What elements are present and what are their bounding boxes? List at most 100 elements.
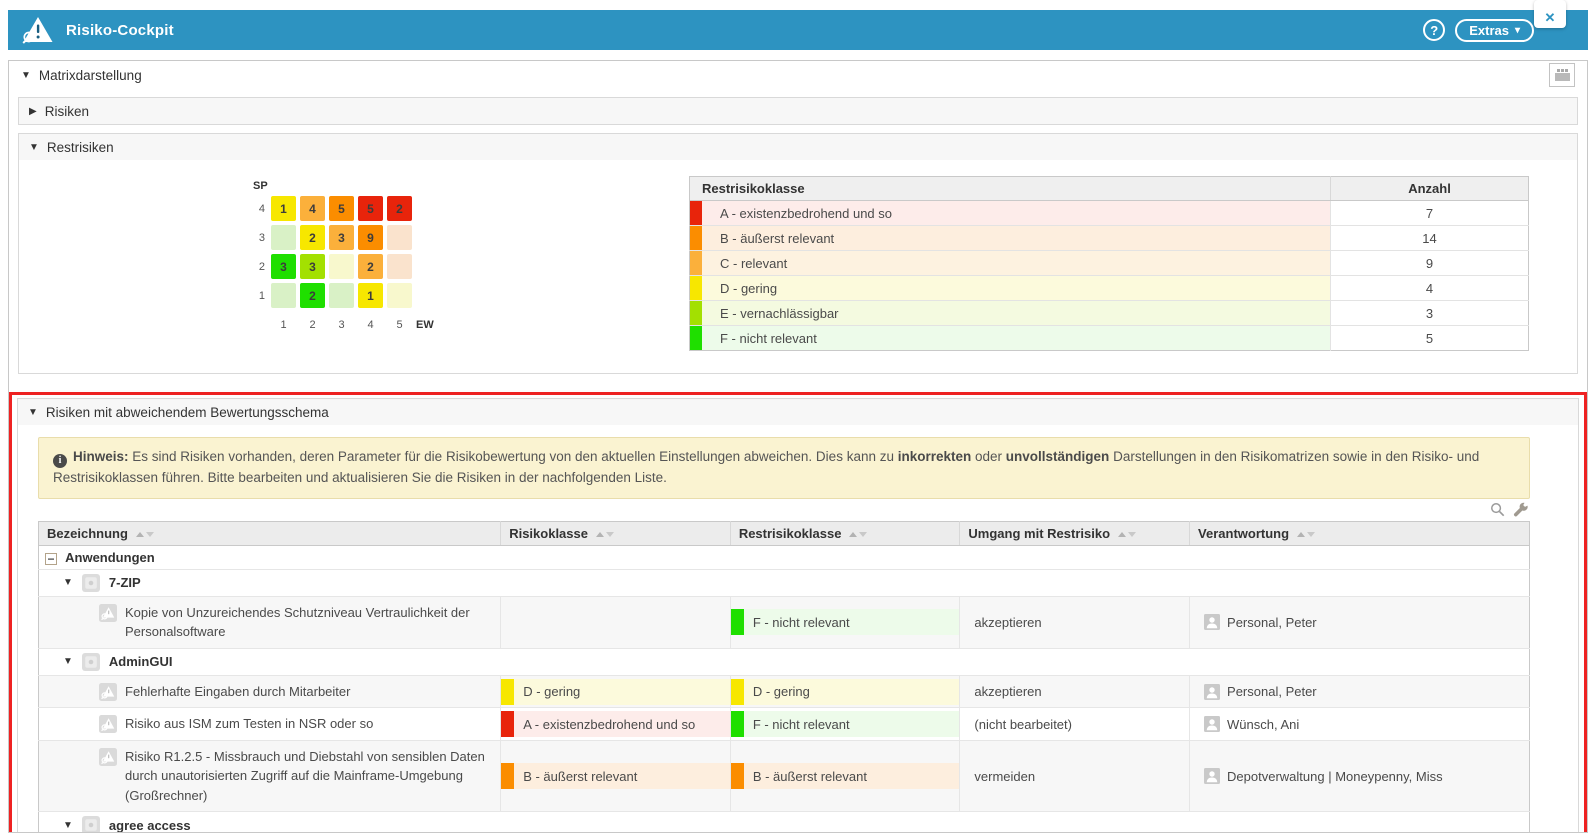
collapse-minus-icon[interactable]: − bbox=[45, 553, 57, 565]
matrix-cell[interactable]: 5 bbox=[329, 196, 354, 221]
summary-count-cell: 4 bbox=[1331, 276, 1529, 301]
wrench-icon[interactable] bbox=[1513, 502, 1528, 517]
verantwortung-cell: Wünsch, Ani bbox=[1190, 708, 1530, 741]
window-view-button[interactable] bbox=[1549, 63, 1575, 87]
sort-arrows-icon[interactable] bbox=[596, 532, 614, 537]
group-row[interactable]: ▼7-ZIP bbox=[39, 569, 1530, 596]
panel-abweichend-header[interactable]: ▼ Risiken mit abweichendem Bewertungssch… bbox=[18, 399, 1578, 425]
expand-triangle-icon: ▶ bbox=[29, 106, 37, 117]
section-matrixdarstellung-header[interactable]: ▼ Matrixdarstellung bbox=[18, 61, 1578, 89]
collapse-triangle-icon: ▼ bbox=[21, 70, 31, 81]
matrix-cell[interactable]: 4 bbox=[300, 196, 325, 221]
app-header: Risiko-Cockpit ? Extras ▾ bbox=[8, 10, 1588, 50]
column-header-restrisikoklasse[interactable]: Restrisikoklasse bbox=[730, 521, 960, 545]
column-header-risikoklasse[interactable]: Risikoklasse bbox=[501, 521, 731, 545]
class-color-bar bbox=[731, 763, 744, 789]
matrix-cell[interactable]: 5 bbox=[358, 196, 383, 221]
matrix-cell[interactable] bbox=[271, 225, 296, 250]
extras-button[interactable]: Extras ▾ bbox=[1455, 19, 1534, 42]
matrix-cell[interactable]: 2 bbox=[387, 196, 412, 221]
matrix-cell[interactable] bbox=[387, 225, 412, 250]
summary-row[interactable]: F - nicht relevant5 bbox=[690, 326, 1529, 351]
search-icon[interactable] bbox=[1490, 502, 1505, 517]
group-root-row[interactable]: − Anwendungen bbox=[39, 545, 1530, 569]
sort-arrows-icon[interactable] bbox=[136, 532, 154, 537]
responsible-name: Personal, Peter bbox=[1227, 684, 1317, 699]
risk-row[interactable]: Kopie von Unzureichendes Schutzniveau Ve… bbox=[39, 596, 1530, 648]
collapse-triangle-icon[interactable]: ▼ bbox=[63, 820, 73, 831]
matrix-row-label: 4 bbox=[259, 203, 267, 215]
matrix-cell[interactable]: 9 bbox=[358, 225, 383, 250]
group-name: agree access bbox=[109, 818, 191, 833]
matrix-cell[interactable] bbox=[387, 254, 412, 279]
class-color-bar bbox=[501, 763, 514, 789]
sort-arrows-icon[interactable] bbox=[1118, 532, 1136, 537]
restrisiko-summary: Restrisikoklasse Anzahl A - existenzbedr… bbox=[689, 176, 1529, 351]
verantwortung-cell: Depotverwaltung | Moneypenny, Miss bbox=[1190, 740, 1530, 812]
risk-row[interactable]: Fehlerhafte Eingaben durch Mitarbeiter D … bbox=[39, 675, 1530, 708]
matrix-cell[interactable] bbox=[387, 283, 412, 308]
risikoklasse-cell: D - gering bbox=[501, 675, 731, 708]
panel-risiken-header[interactable]: ▶ Risiken bbox=[19, 98, 1577, 124]
risk-name-cell: Fehlerhafte Eingaben durch Mitarbeiter bbox=[39, 675, 501, 708]
class-color-bar bbox=[501, 679, 514, 705]
close-icon: ✕ bbox=[1545, 8, 1556, 28]
risk-item-icon bbox=[99, 714, 117, 733]
class-chip: D - gering bbox=[731, 679, 960, 705]
window-icon bbox=[1557, 69, 1568, 72]
matrix-cell[interactable] bbox=[329, 283, 354, 308]
matrix-cell[interactable]: 3 bbox=[329, 225, 354, 250]
class-color-bar bbox=[690, 251, 702, 275]
risk-name-cell: Risiko R1.2.5 - Missbrauch und Diebstahl… bbox=[39, 740, 501, 812]
close-button[interactable]: ✕ bbox=[1534, 0, 1566, 28]
class-label: C - relevant bbox=[702, 251, 1330, 275]
risk-item-icon bbox=[99, 682, 117, 701]
class-color-bar bbox=[690, 201, 702, 225]
collapse-triangle-icon: ▼ bbox=[28, 407, 38, 418]
person-icon bbox=[1204, 768, 1220, 784]
group-row[interactable]: ▼AdminGUI bbox=[39, 648, 1530, 675]
restrisiko-summary-table: Restrisikoklasse Anzahl A - existenzbedr… bbox=[689, 176, 1529, 351]
help-button[interactable]: ? bbox=[1423, 19, 1445, 41]
sort-arrows-icon[interactable] bbox=[849, 532, 867, 537]
risk-row[interactable]: Risiko R1.2.5 - Missbrauch und Diebstahl… bbox=[39, 740, 1530, 812]
summary-class-cell: E - vernachlässigbar bbox=[690, 301, 1331, 326]
class-label: E - vernachlässigbar bbox=[702, 301, 1330, 325]
group-row[interactable]: ▼ agree access bbox=[39, 812, 1530, 833]
summary-class-cell: B - äußerst relevant bbox=[690, 226, 1331, 251]
matrix-cell[interactable]: 3 bbox=[271, 254, 296, 279]
collapse-triangle-icon[interactable]: ▼ bbox=[63, 656, 73, 667]
risk-table: BezeichnungRisikoklasseRestrisikoklasseU… bbox=[38, 521, 1530, 833]
matrix-cell[interactable]: 2 bbox=[358, 254, 383, 279]
responsible-name: Personal, Peter bbox=[1227, 615, 1317, 630]
matrix-cell[interactable]: 2 bbox=[300, 283, 325, 308]
matrix-col-label: 5 bbox=[396, 319, 402, 331]
column-header-verantwortung[interactable]: Verantwortung bbox=[1190, 521, 1530, 545]
collapse-triangle-icon[interactable]: ▼ bbox=[63, 577, 73, 588]
column-header-bezeichnung[interactable]: Bezeichnung bbox=[39, 521, 501, 545]
class-label: B - äußerst relevant bbox=[514, 763, 730, 789]
matrix-cell[interactable]: 3 bbox=[300, 254, 325, 279]
summary-row[interactable]: A - existenzbedrohend und so7 bbox=[690, 201, 1529, 226]
chevron-down-icon: ▾ bbox=[1515, 25, 1520, 36]
risk-row[interactable]: Risiko aus ISM zum Testen in NSR oder so… bbox=[39, 708, 1530, 741]
panel-restrisiken-header[interactable]: ▼ Restrisiken bbox=[19, 134, 1577, 160]
summary-row[interactable]: E - vernachlässigbar3 bbox=[690, 301, 1529, 326]
class-color-bar bbox=[731, 609, 744, 635]
umgang-cell: akzeptieren bbox=[960, 596, 1190, 648]
matrix-cell[interactable] bbox=[271, 283, 296, 308]
summary-row[interactable]: C - relevant9 bbox=[690, 251, 1529, 276]
matrix-row-label: 1 bbox=[259, 290, 267, 302]
matrix-cell[interactable]: 1 bbox=[271, 196, 296, 221]
table-toolbar bbox=[38, 499, 1530, 521]
matrix-cell[interactable]: 2 bbox=[300, 225, 325, 250]
summary-row[interactable]: D - gering4 bbox=[690, 276, 1529, 301]
column-header-umgang-mit-restrisiko[interactable]: Umgang mit Restrisiko bbox=[960, 521, 1190, 545]
matrix-cell[interactable]: 1 bbox=[358, 283, 383, 308]
summary-row[interactable]: B - äußerst relevant14 bbox=[690, 226, 1529, 251]
risk-name: Fehlerhafte Eingaben durch Mitarbeiter bbox=[125, 682, 350, 702]
matrix-cell[interactable] bbox=[329, 254, 354, 279]
class-label: A - existenzbedrohend und so bbox=[702, 201, 1330, 225]
sort-arrows-icon[interactable] bbox=[1297, 532, 1315, 537]
class-label: F - nicht relevant bbox=[702, 326, 1330, 350]
